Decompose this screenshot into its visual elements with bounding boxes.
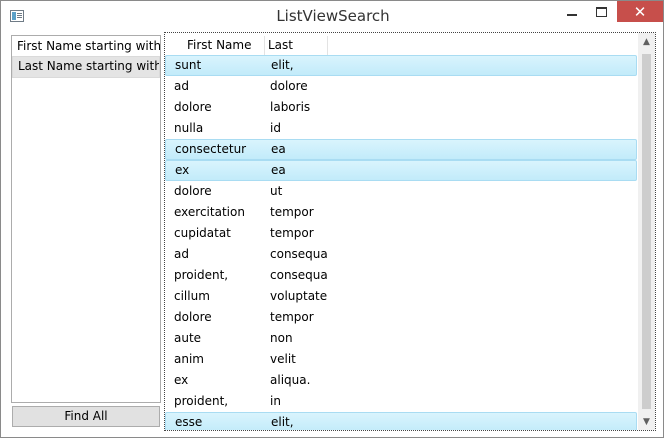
cell-last-name: elit, [271,415,294,429]
cell-last-name: tempor [270,205,314,219]
cell-first-name: dolore [174,310,212,324]
maximize-button[interactable] [587,1,615,22]
table-row[interactable]: ex ea [165,160,637,181]
cell-first-name: cupidatat [174,226,231,240]
cell-last-name: ea [271,163,286,177]
table-row[interactable]: cupidatat tempor [165,223,637,244]
column-header-last-name[interactable]: Last Name [265,36,328,71]
maximize-icon [595,6,607,17]
table-row[interactable]: dolore laboris [165,97,637,118]
cell-last-name: ut [270,184,283,198]
table-row[interactable]: anim velit [165,349,637,370]
cell-first-name: cillum [174,289,210,303]
cell-last-name: id [270,121,281,135]
app-window: ListViewSearch ✕ First Name starting wit… [0,0,664,438]
cell-first-name: proident, [174,394,229,408]
filter-item-last-name[interactable]: Last Name starting with E [12,56,160,78]
cell-last-name: elit, [271,58,294,72]
scroll-up-icon[interactable]: ▲ [638,33,655,50]
close-icon: ✕ [633,2,647,21]
table-row[interactable]: consectetur ea [165,139,637,160]
cell-last-name: voluptate [270,289,328,303]
cell-first-name: consectetur [175,142,247,156]
results-listview[interactable]: First Name Last Name suntelit,addoloredo… [164,32,656,431]
cell-first-name: dolore [174,100,212,114]
filter-item-first-name[interactable]: First Name starting with A [12,36,160,56]
close-button[interactable]: ✕ [617,1,663,22]
listview-header: First Name Last Name [165,33,637,71]
vertical-scrollbar[interactable]: ▲ ▼ [638,33,655,430]
cell-first-name: exercitation [174,205,245,219]
cell-last-name: laboris [270,100,311,114]
client-area: First Name starting with A Last Name sta… [8,32,658,432]
table-row[interactable]: dolore ut [165,181,637,202]
cell-first-name: esse [175,415,203,429]
table-row[interactable]: nulla id [165,118,637,139]
cell-last-name: dolore [270,79,308,93]
table-row[interactable]: dolore tempor [165,307,637,328]
table-row[interactable]: sunt elit, [165,55,637,76]
cell-last-name: velit [270,352,296,366]
cell-first-name: ex [175,163,190,177]
cell-first-name: ad [174,79,189,93]
table-row[interactable]: exercitation tempor [165,202,637,223]
cell-last-name: tempor [270,226,314,240]
cell-first-name: nulla [174,121,204,135]
cell-last-name: in [270,394,281,408]
scroll-down-icon[interactable]: ▼ [638,413,655,430]
listview-rows: sunt elit, ad dolore dolore laboris nulla id con… [165,55,637,430]
cell-first-name: ex [174,373,189,387]
title-bar[interactable]: ListViewSearch ✕ [1,1,663,31]
scroll-thumb[interactable] [642,54,651,409]
cell-first-name: anim [174,352,204,366]
table-row[interactable]: ex aliqua. [165,370,637,391]
table-row[interactable]: aute non [165,328,637,349]
cell-first-name: aute [174,331,202,345]
find-all-button[interactable]: Find All [12,406,160,427]
cell-first-name: proident, [174,268,229,282]
table-row[interactable]: cillum voluptate [165,286,637,307]
cell-last-name: consequa [270,268,328,282]
cell-last-name: aliqua. [270,373,311,387]
table-row[interactable]: proident, consequa [165,265,637,286]
cell-first-name: ad [174,247,189,261]
cell-first-name: dolore [174,184,212,198]
table-row[interactable]: ad dolore [165,76,637,97]
cell-last-name: consequa [270,247,328,261]
cell-last-name: tempor [270,310,314,324]
cell-first-name: sunt [175,58,202,72]
column-header-first-name[interactable]: First Name [165,36,265,56]
cell-last-name: ea [271,142,286,156]
table-row[interactable]: proident, in [165,391,637,412]
table-row[interactable]: esse elit, [165,412,637,430]
cell-last-name: non [270,331,293,345]
minimize-button[interactable] [557,1,587,22]
filter-list[interactable]: First Name starting with A Last Name sta… [11,35,161,403]
minimize-icon [567,13,577,16]
table-row[interactable]: ad consequa [165,244,637,265]
